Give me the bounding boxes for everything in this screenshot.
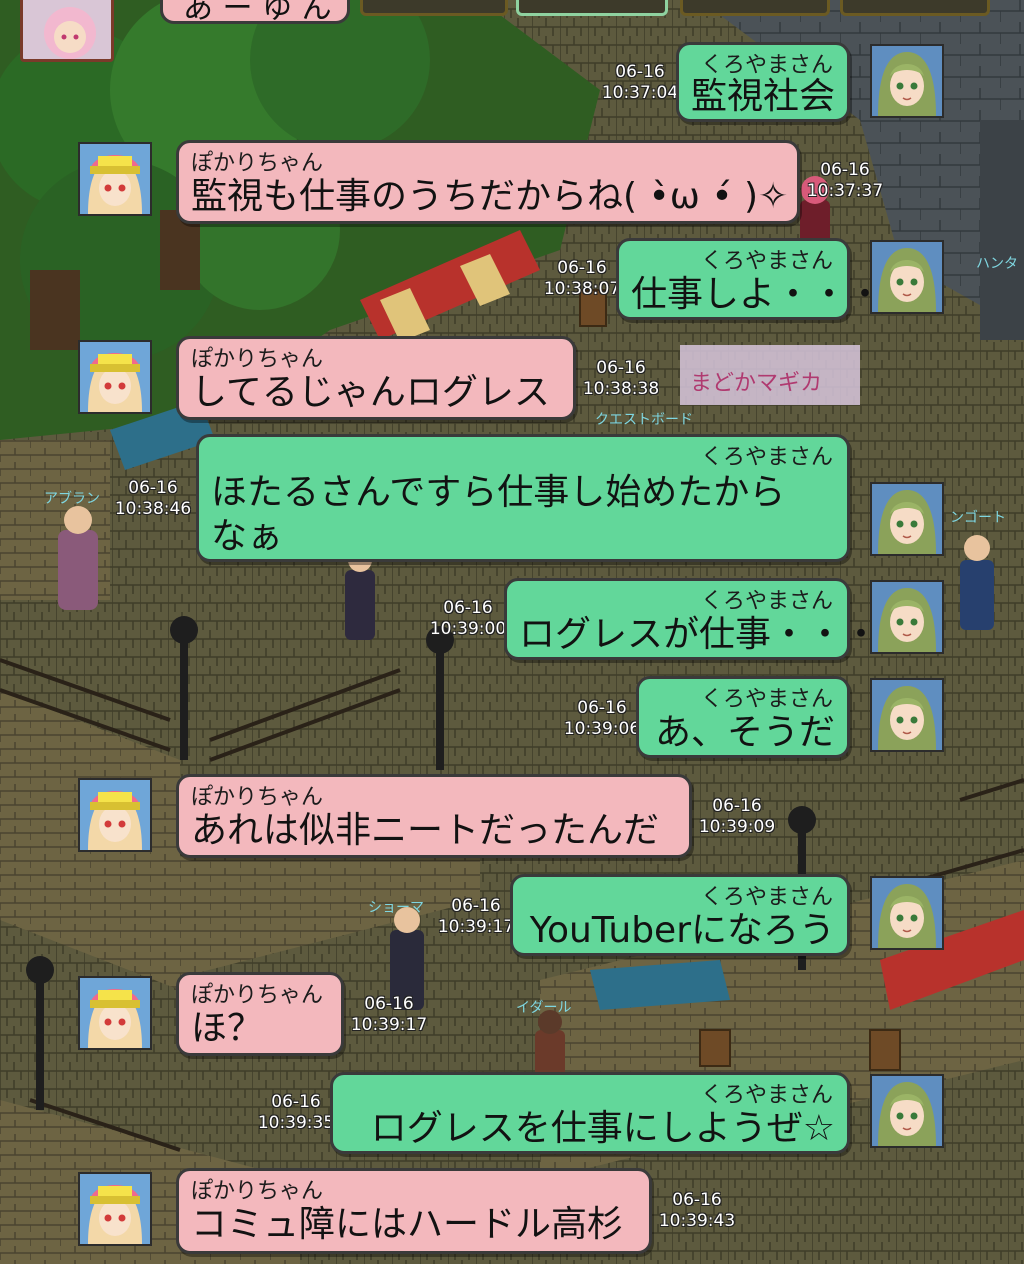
green-haired-girl-avatar-icon[interactable] xyxy=(870,678,944,752)
chat-bubble-right: くろやまさん ほたるさんですら仕事し始めたから なぁ xyxy=(196,434,850,562)
chat-bubble-right: くろやまさん あ、そうだ xyxy=(636,676,850,758)
message-text: あれは似非ニートだったんだ xyxy=(191,810,660,851)
message-text: あ、そうだ xyxy=(654,712,835,753)
svg-text:まどかマギカ: まどかマギカ xyxy=(690,371,822,396)
pink-cap-girl-avatar-icon[interactable] xyxy=(78,142,152,216)
message-text: コミュ障にはハードル高杉 xyxy=(191,1204,624,1245)
svg-text:ンゴート: ンゴート xyxy=(950,509,1006,526)
timestamp: 06-16 10:38:38 xyxy=(582,358,660,399)
message-text: ログレスを仕事にしようぜ☆ xyxy=(370,1108,835,1149)
svg-text:イダール: イダール xyxy=(516,1000,571,1016)
chat-bubble-partial: あ ー ゆ ん xyxy=(160,0,350,26)
green-haired-girl-avatar-icon[interactable] xyxy=(870,580,944,654)
chat-bubble-right: くろやまさん YouTuberになろう xyxy=(510,874,850,956)
player-avatar-portrait[interactable] xyxy=(20,0,114,62)
sender-name: くろやまさん xyxy=(700,885,833,910)
sender-name: くろやまさん xyxy=(700,249,833,274)
message-text: 監視社会 xyxy=(691,76,836,117)
chat-bubble-left: ぽかりちゃん あれは似非ニートだったんだ xyxy=(176,774,692,858)
timestamp: 06-16 10:39:17 xyxy=(350,994,428,1035)
message-text: ほ？ xyxy=(191,1008,264,1049)
svg-text:ショーマ: ショーマ xyxy=(368,900,424,916)
svg-text:アブラン: アブラン xyxy=(44,490,100,507)
timestamp: 06-16 10:37:04 xyxy=(601,62,679,103)
chat-bubble-right: くろやまさん ログレスが仕事・・・ xyxy=(504,578,880,660)
sender-name: ぽかりちゃん xyxy=(191,1179,324,1204)
message-text: 監視も仕事のうちだからね( •̀ω •́ )✧ xyxy=(191,176,789,217)
menu-button[interactable] xyxy=(680,0,830,16)
sender-name: くろやまさん xyxy=(700,589,833,614)
chat-bubble-left: ぽかりちゃん コミュ障にはハードル高杉 xyxy=(176,1168,652,1254)
sender-name: ぽかりちゃん xyxy=(191,785,324,810)
chat-bubble-right: くろやまさん 仕事しよ・・・ xyxy=(616,238,884,320)
green-haired-girl-avatar-icon[interactable] xyxy=(870,1074,944,1148)
sender-name: くろやまさん xyxy=(700,1083,833,1108)
chat-bubble-left: ぽかりちゃん ほ？ xyxy=(176,972,344,1056)
message-text: 仕事しよ・・・ xyxy=(631,274,884,315)
pink-cap-girl-avatar-icon[interactable] xyxy=(78,778,152,852)
message-text-line2: なぁ xyxy=(211,516,284,557)
green-haired-girl-avatar-icon[interactable] xyxy=(870,240,944,314)
svg-text:クエストボード: クエストボード xyxy=(595,412,693,428)
menu-button[interactable] xyxy=(360,0,508,16)
chat-bubble-left: ぽかりちゃん 監視も仕事のうちだからね( •̀ω •́ )✧ xyxy=(176,140,800,224)
message-text: ログレスが仕事・・・ xyxy=(519,614,880,655)
timestamp: 06-16 10:38:46 xyxy=(114,478,192,519)
sender-name: ぽかりちゃん xyxy=(191,151,324,176)
menu-button[interactable] xyxy=(840,0,990,16)
pink-cap-girl-avatar-icon[interactable] xyxy=(78,976,152,1050)
timestamp: 06-16 10:39:43 xyxy=(658,1190,736,1231)
svg-text:ハンタ: ハンタ xyxy=(976,256,1018,272)
green-haired-girl-avatar-icon[interactable] xyxy=(870,876,944,950)
chat-bubble-right: くろやまさん 監視社会 xyxy=(676,42,850,122)
green-haired-girl-avatar-icon[interactable] xyxy=(870,44,944,118)
message-text: してるじゃんログレス xyxy=(191,372,550,413)
sender-name: ぽかりちゃん xyxy=(191,347,324,372)
menu-button-active[interactable] xyxy=(516,0,668,16)
partial-message-text: あ ー ゆ ん xyxy=(183,0,332,26)
green-haired-girl-avatar-icon[interactable] xyxy=(870,482,944,556)
sender-name: くろやまさん xyxy=(700,445,833,470)
message-text: YouTuberになろう xyxy=(529,910,835,951)
timestamp: 06-16 10:37:37 xyxy=(806,160,884,201)
sender-name: ぽかりちゃん xyxy=(191,983,324,1008)
message-text: ほたるさんですら仕事し始めたから xyxy=(211,472,786,513)
pink-cap-girl-avatar-icon[interactable] xyxy=(78,1172,152,1246)
sender-name: くろやまさん xyxy=(700,687,833,712)
timestamp: 06-16 10:39:00 xyxy=(429,598,507,639)
chat-bubble-right: くろやまさん ログレスを仕事にしようぜ☆ xyxy=(330,1072,850,1154)
pink-cap-girl-avatar-icon[interactable] xyxy=(78,340,152,414)
chat-bubble-left: ぽかりちゃん してるじゃんログレス xyxy=(176,336,576,420)
timestamp: 06-16 10:39:09 xyxy=(698,796,776,837)
